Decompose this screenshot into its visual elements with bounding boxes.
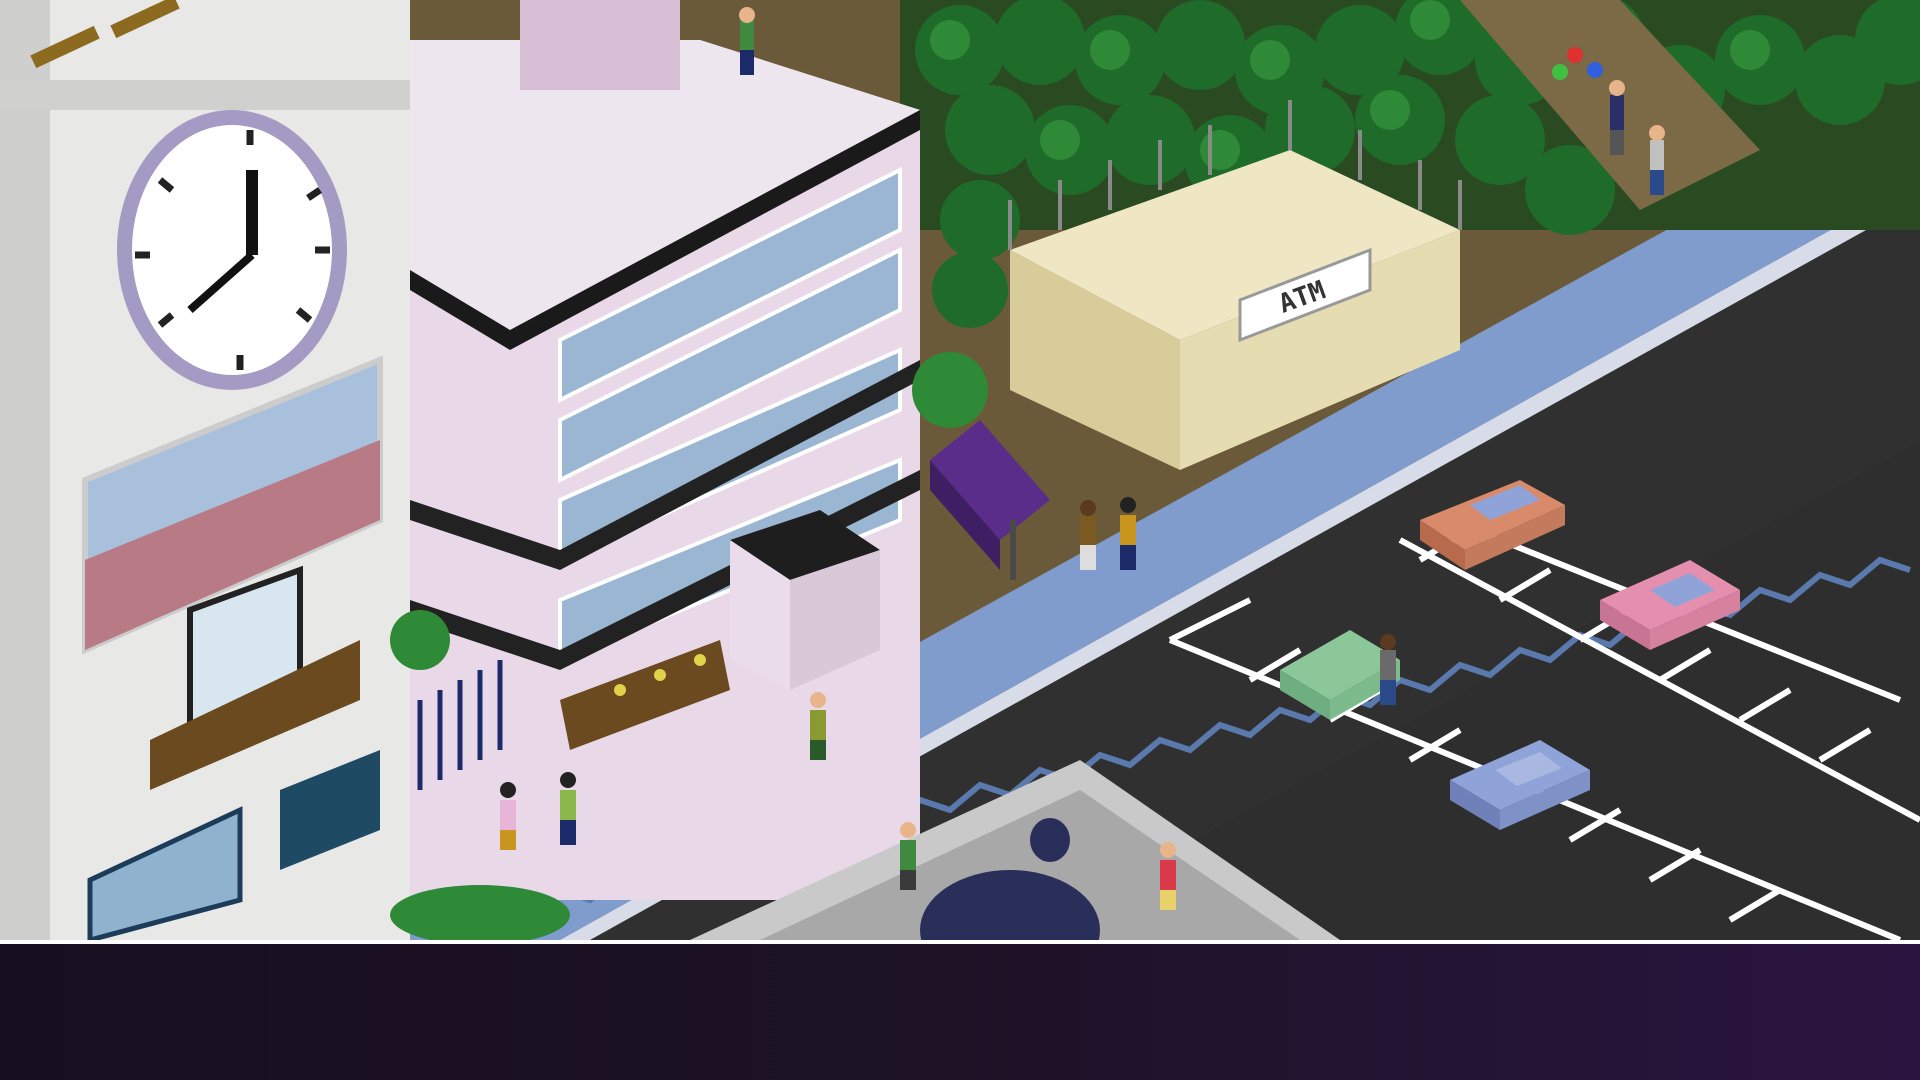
pedestrian[interactable] [900,822,916,890]
pedestrian[interactable] [739,7,755,75]
pedestrian[interactable] [810,692,826,760]
game-viewport[interactable]: ATM [0,0,1920,940]
pedestrian[interactable] [1120,497,1136,570]
bottom-panel [0,940,1920,1080]
clock-tower[interactable] [0,0,410,940]
pedestrian[interactable] [1160,842,1176,910]
pedestrian[interactable] [1609,80,1625,155]
pedestrian[interactable] [1080,500,1096,570]
pedestrian[interactable] [500,782,516,850]
clock-face [117,110,347,390]
pink-building[interactable] [410,0,920,900]
pedestrian[interactable] [560,772,576,845]
pedestrian[interactable] [1649,125,1665,195]
pedestrian[interactable] [1380,634,1396,705]
